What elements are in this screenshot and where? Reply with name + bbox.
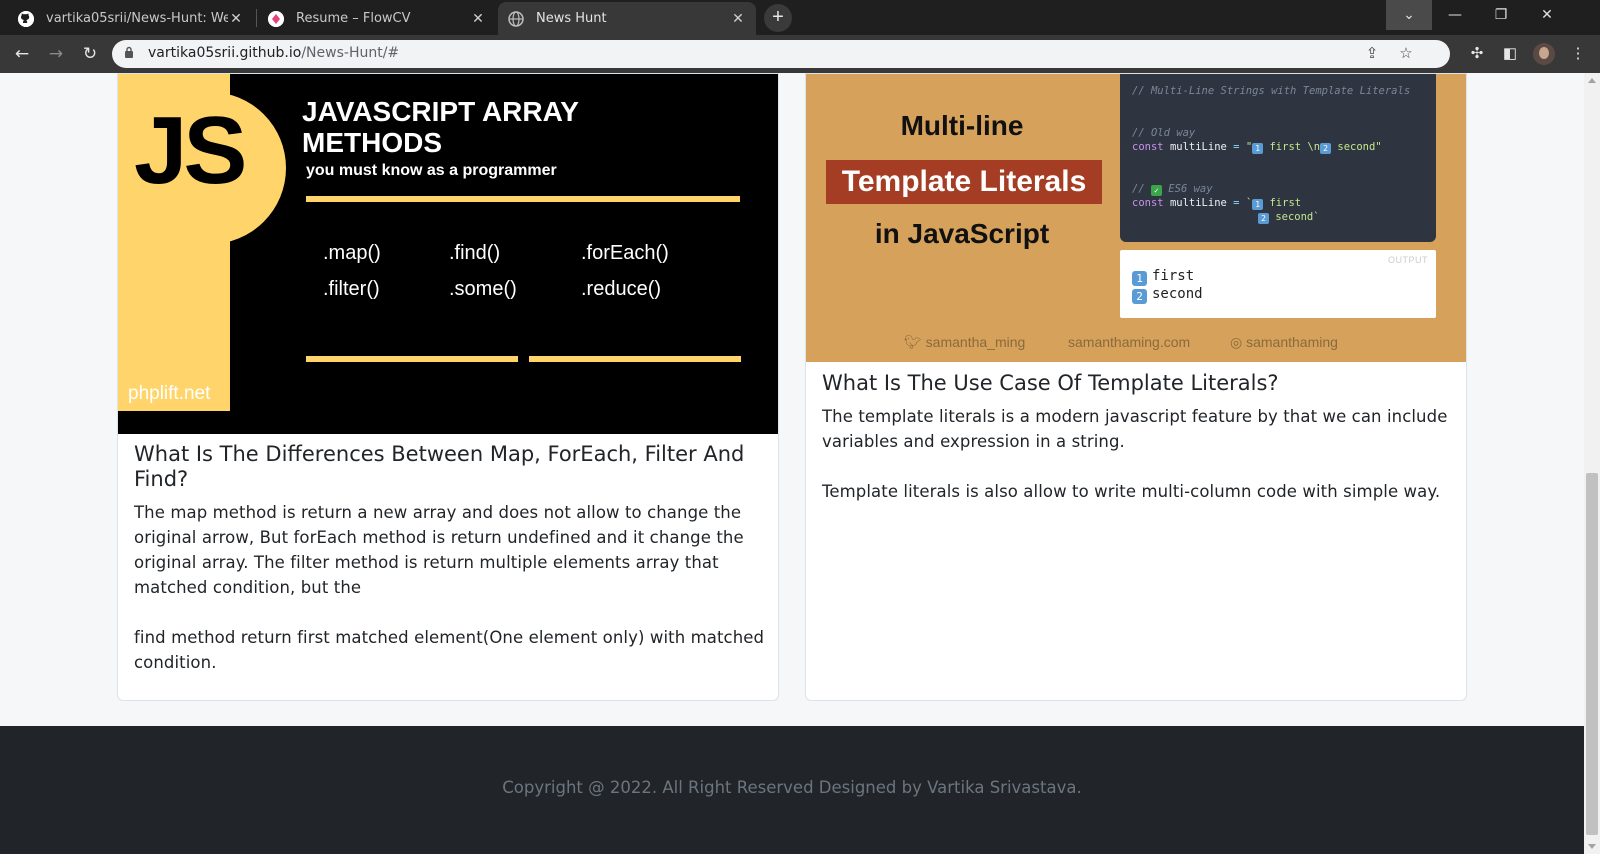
new-tab-button[interactable]: + — [764, 4, 792, 32]
code-comment: // Multi-Line Strings with Template Lite… — [1132, 85, 1411, 97]
extensions-puzzle-icon[interactable]: ✣ — [1466, 43, 1488, 65]
divider-bar — [306, 356, 518, 362]
forward-icon[interactable]: → — [44, 42, 68, 66]
github-icon — [18, 10, 34, 27]
image-heading: JAVASCRIPT ARRAY METHODS — [302, 96, 579, 158]
image-line2: Template Literals — [826, 160, 1102, 204]
url-path: /News-Hunt/# — [301, 45, 400, 61]
close-tab-icon[interactable]: ✕ — [228, 11, 244, 27]
flowcv-icon — [268, 10, 284, 27]
tab-divider — [256, 9, 257, 27]
card-image-array-methods[interactable]: JS JAVASCRIPT ARRAY METHODS you must kno… — [118, 74, 778, 434]
method-reduce: .reduce() — [581, 278, 662, 300]
instagram-handle: ◎ samanthaming — [1230, 334, 1338, 350]
profile-avatar[interactable] — [1533, 43, 1555, 65]
instagram-icon: ◎ — [1230, 334, 1243, 350]
code-line: const multiLine = " 1 first \n 2 second" — [1132, 141, 1382, 154]
code-comment: // Old way — [1132, 127, 1196, 139]
image-line3: in JavaScript — [874, 218, 1050, 249]
browser-tab-flowcv[interactable]: Resume – FlowCV ✕ — [258, 2, 496, 35]
image-line1: Multi-line — [900, 110, 1024, 141]
browser-tab-news-hunt[interactable]: News Hunt ✕ — [498, 2, 756, 35]
scroll-down-arrow-icon[interactable] — [1588, 844, 1596, 849]
browser-tab-strip: vartika05srii/News-Hunt: Web-ap ✕ Resume… — [0, 0, 1600, 35]
globe-icon — [508, 10, 524, 27]
card-paragraph: The map method is return a new array and… — [134, 503, 744, 597]
scroll-up-arrow-icon[interactable] — [1588, 78, 1596, 83]
image-heading-line2: METHODS — [302, 127, 442, 158]
lock-icon[interactable] — [124, 46, 134, 58]
footer-copyright: Copyright @ 2022. All Right Reserved Des… — [502, 778, 1082, 797]
output-panel: OUTPUT 1 first 2 second — [1120, 250, 1436, 318]
browser-toolbar: ← → ↻ vartika05srii.github.io/News-Hunt/… — [0, 35, 1600, 73]
close-window-button[interactable]: ✕ — [1524, 0, 1570, 30]
image-site-credit: phplift.net — [128, 383, 211, 404]
card-image-template-literals[interactable]: Multi-line Template Literals in JavaScri… — [806, 74, 1466, 362]
code-comment: // ✓ ES6 way — [1132, 183, 1213, 196]
browser-tab-github[interactable]: vartika05srii/News-Hunt: Web-ap ✕ — [8, 2, 254, 35]
page-viewport: JS JAVASCRIPT ARRAY METHODS you must kno… — [0, 73, 1584, 854]
back-icon[interactable]: ← — [10, 42, 34, 66]
method-find: .find() — [449, 242, 501, 264]
twitter-handle: 🐦︎ samantha_ming — [904, 334, 1026, 350]
output-label: OUTPUT — [1388, 255, 1428, 265]
divider-bar — [529, 356, 741, 362]
tab-title: vartika05srii/News-Hunt: Web-ap — [46, 11, 228, 26]
method-filter: .filter() — [323, 278, 380, 300]
news-card-template-literals[interactable]: Multi-line Template Literals in JavaScri… — [805, 73, 1467, 701]
js-logo-text: JS — [134, 97, 247, 204]
check-mark-icon: ✓ — [1150, 185, 1162, 196]
keycap-2-icon: 2 — [1132, 289, 1147, 304]
output-line: 2 second — [1132, 286, 1203, 304]
restore-button[interactable]: ❐ — [1478, 0, 1524, 30]
image-heading-line1: JAVASCRIPT ARRAY — [302, 96, 579, 127]
page-scrollbar[interactable] — [1584, 73, 1600, 854]
close-tab-icon[interactable]: ✕ — [470, 11, 486, 27]
keycap-1-icon: 1 — [1252, 143, 1264, 154]
tab-title: News Hunt — [536, 11, 607, 26]
tab-title: Resume – FlowCV — [296, 11, 411, 26]
keycap-2-icon: 2 — [1258, 213, 1269, 224]
output-line: 1 first — [1132, 268, 1194, 286]
scrollbar-thumb[interactable] — [1586, 473, 1598, 835]
card-title[interactable]: What Is The Differences Between Map, For… — [134, 442, 762, 492]
image-subheading: you must know as a programmer — [306, 162, 557, 179]
code-snippet: // Multi-Line Strings with Template Lite… — [1120, 74, 1436, 242]
code-line: const multiLine = ` 1 first — [1132, 197, 1302, 210]
method-map: .map() — [323, 242, 381, 264]
address-bar[interactable]: vartika05srii.github.io/News-Hunt/# ⇪ ☆ — [112, 40, 1450, 68]
share-icon[interactable]: ⇪ — [1362, 44, 1382, 64]
tab-search-button[interactable]: ⌄ — [1386, 0, 1432, 30]
twitter-icon: 🐦︎ — [904, 334, 922, 350]
minimize-button[interactable]: — — [1432, 0, 1478, 30]
card-title[interactable]: What Is The Use Case Of Template Literal… — [822, 371, 1450, 396]
code-line: 2 second` — [1132, 210, 1424, 224]
side-panel-icon[interactable]: ◧ — [1499, 43, 1521, 65]
keycap-1-icon: 1 — [1252, 199, 1264, 210]
divider-bar — [306, 196, 740, 202]
news-card-array-methods[interactable]: JS JAVASCRIPT ARRAY METHODS you must kno… — [117, 73, 779, 701]
card-paragraph: find method return first matched element… — [134, 628, 765, 672]
keycap-2-icon: 2 — [1320, 143, 1332, 154]
menu-kebab-icon[interactable]: ⋮ — [1567, 43, 1589, 65]
card-paragraph: The template literals is a modern javasc… — [822, 407, 1448, 451]
url-host: vartika05srii.github.io — [148, 45, 302, 61]
card-body: The template literals is a modern javasc… — [822, 404, 1454, 504]
keycap-1-icon: 1 — [1132, 271, 1147, 286]
card-paragraph: Template literals is also allow to write… — [822, 482, 1441, 501]
method-some: .some() — [449, 278, 517, 300]
method-foreach: .forEach() — [581, 242, 669, 264]
card-body: The map method is return a new array and… — [134, 500, 766, 675]
close-tab-icon[interactable]: ✕ — [730, 11, 746, 27]
website-credit: samanthaming.com — [1068, 334, 1191, 350]
bookmark-star-icon[interactable]: ☆ — [1396, 44, 1416, 64]
url-text: vartika05srii.github.io/News-Hunt/# — [148, 45, 399, 61]
reload-icon[interactable]: ↻ — [78, 42, 102, 66]
site-footer: Copyright @ 2022. All Right Reserved Des… — [0, 726, 1584, 854]
